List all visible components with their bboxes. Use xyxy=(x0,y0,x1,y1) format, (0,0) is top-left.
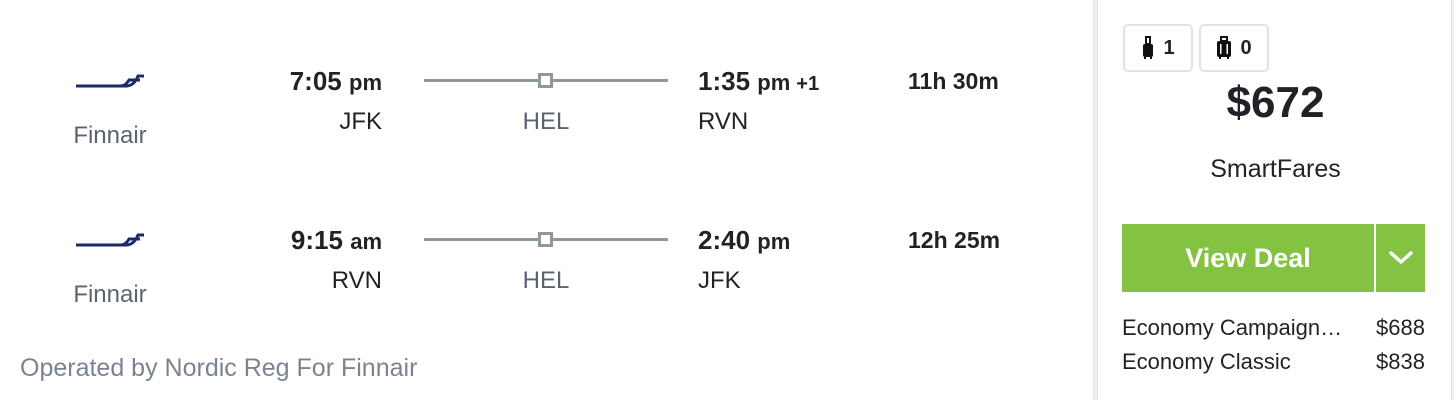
flight-leg-outbound: Finnair 7:05 pm JFK HEL 1:35 pm +1 RVN 11… xyxy=(0,50,1094,170)
fare-option-name: Economy Campaign… xyxy=(1122,315,1343,340)
operated-by-note: Operated by Nordic Reg For Finnair xyxy=(20,354,418,382)
layover-airport-code: HEL xyxy=(522,267,570,294)
view-deal-dropdown-button[interactable] xyxy=(1376,224,1425,292)
arrival-time-value: 2:40 xyxy=(698,225,751,255)
flight-leg-return: Finnair 9:15 am RVN HEL 2:40 pm JFK 12h … xyxy=(0,209,1094,329)
layover-airport-code: HEL xyxy=(522,108,570,135)
departure-airport-code: RVN xyxy=(331,267,382,294)
arrival-ampm: pm xyxy=(757,229,791,254)
departure-ampm: pm xyxy=(349,70,382,95)
flight-duration: 12h 25m xyxy=(908,227,1001,253)
flight-itinerary-panel[interactable]: Finnair 7:05 pm JFK HEL 1:35 pm +1 RVN 11… xyxy=(0,0,1094,400)
chevron-down-icon xyxy=(1388,251,1413,264)
airline-name: Finnair xyxy=(73,281,147,308)
arrival-airport-code: JFK xyxy=(698,267,741,294)
checked-bag-count: 0 xyxy=(1240,36,1252,59)
arrival-time: 1:35 pm +1 xyxy=(698,66,819,97)
price-panel: 1 0 $672 SmartFares View Deal Economy Ca… xyxy=(1097,0,1452,400)
view-deal-button[interactable]: View Deal xyxy=(1122,224,1374,292)
arrival-ampm: pm xyxy=(757,70,791,95)
checked-bag-badge: 0 xyxy=(1199,24,1269,72)
fare-option-price: $688 xyxy=(1376,315,1425,340)
deal-price: $672 xyxy=(1226,78,1325,127)
arrival-time-value: 1:35 xyxy=(698,66,751,96)
arrival-time: 2:40 pm xyxy=(698,225,790,256)
departure-time: 9:15 am xyxy=(291,225,382,256)
departure-time-value: 7:05 xyxy=(289,66,342,96)
flight-duration: 11h 30m xyxy=(908,68,999,94)
arrival-airport-code: RVN xyxy=(698,108,749,135)
departure-ampm: am xyxy=(350,229,382,254)
carry-on-bag-count: 1 xyxy=(1163,36,1175,59)
deal-provider: SmartFares xyxy=(1210,155,1341,183)
carry-on-bag-badge: 1 xyxy=(1123,24,1193,72)
airline-name: Finnair xyxy=(73,122,147,149)
checked-bag-icon xyxy=(1217,36,1232,59)
fare-option-row[interactable]: Economy Campaign… $688 xyxy=(1122,313,1425,343)
finnair-logo-icon xyxy=(76,74,144,88)
arrival-day-offset: +1 xyxy=(796,73,820,95)
carry-on-bag-icon xyxy=(1143,36,1154,59)
fare-option-name: Economy Classic xyxy=(1122,349,1291,374)
layover-stop-marker xyxy=(538,232,553,247)
finnair-logo-icon xyxy=(76,233,144,247)
departure-time-value: 9:15 xyxy=(290,225,343,255)
departure-time: 7:05 pm xyxy=(290,66,382,97)
departure-airport-code: JFK xyxy=(339,108,382,135)
layover-stop-marker xyxy=(538,73,553,88)
fare-option-price: $838 xyxy=(1376,349,1425,374)
fare-option-row[interactable]: Economy Classic $838 xyxy=(1122,347,1425,377)
